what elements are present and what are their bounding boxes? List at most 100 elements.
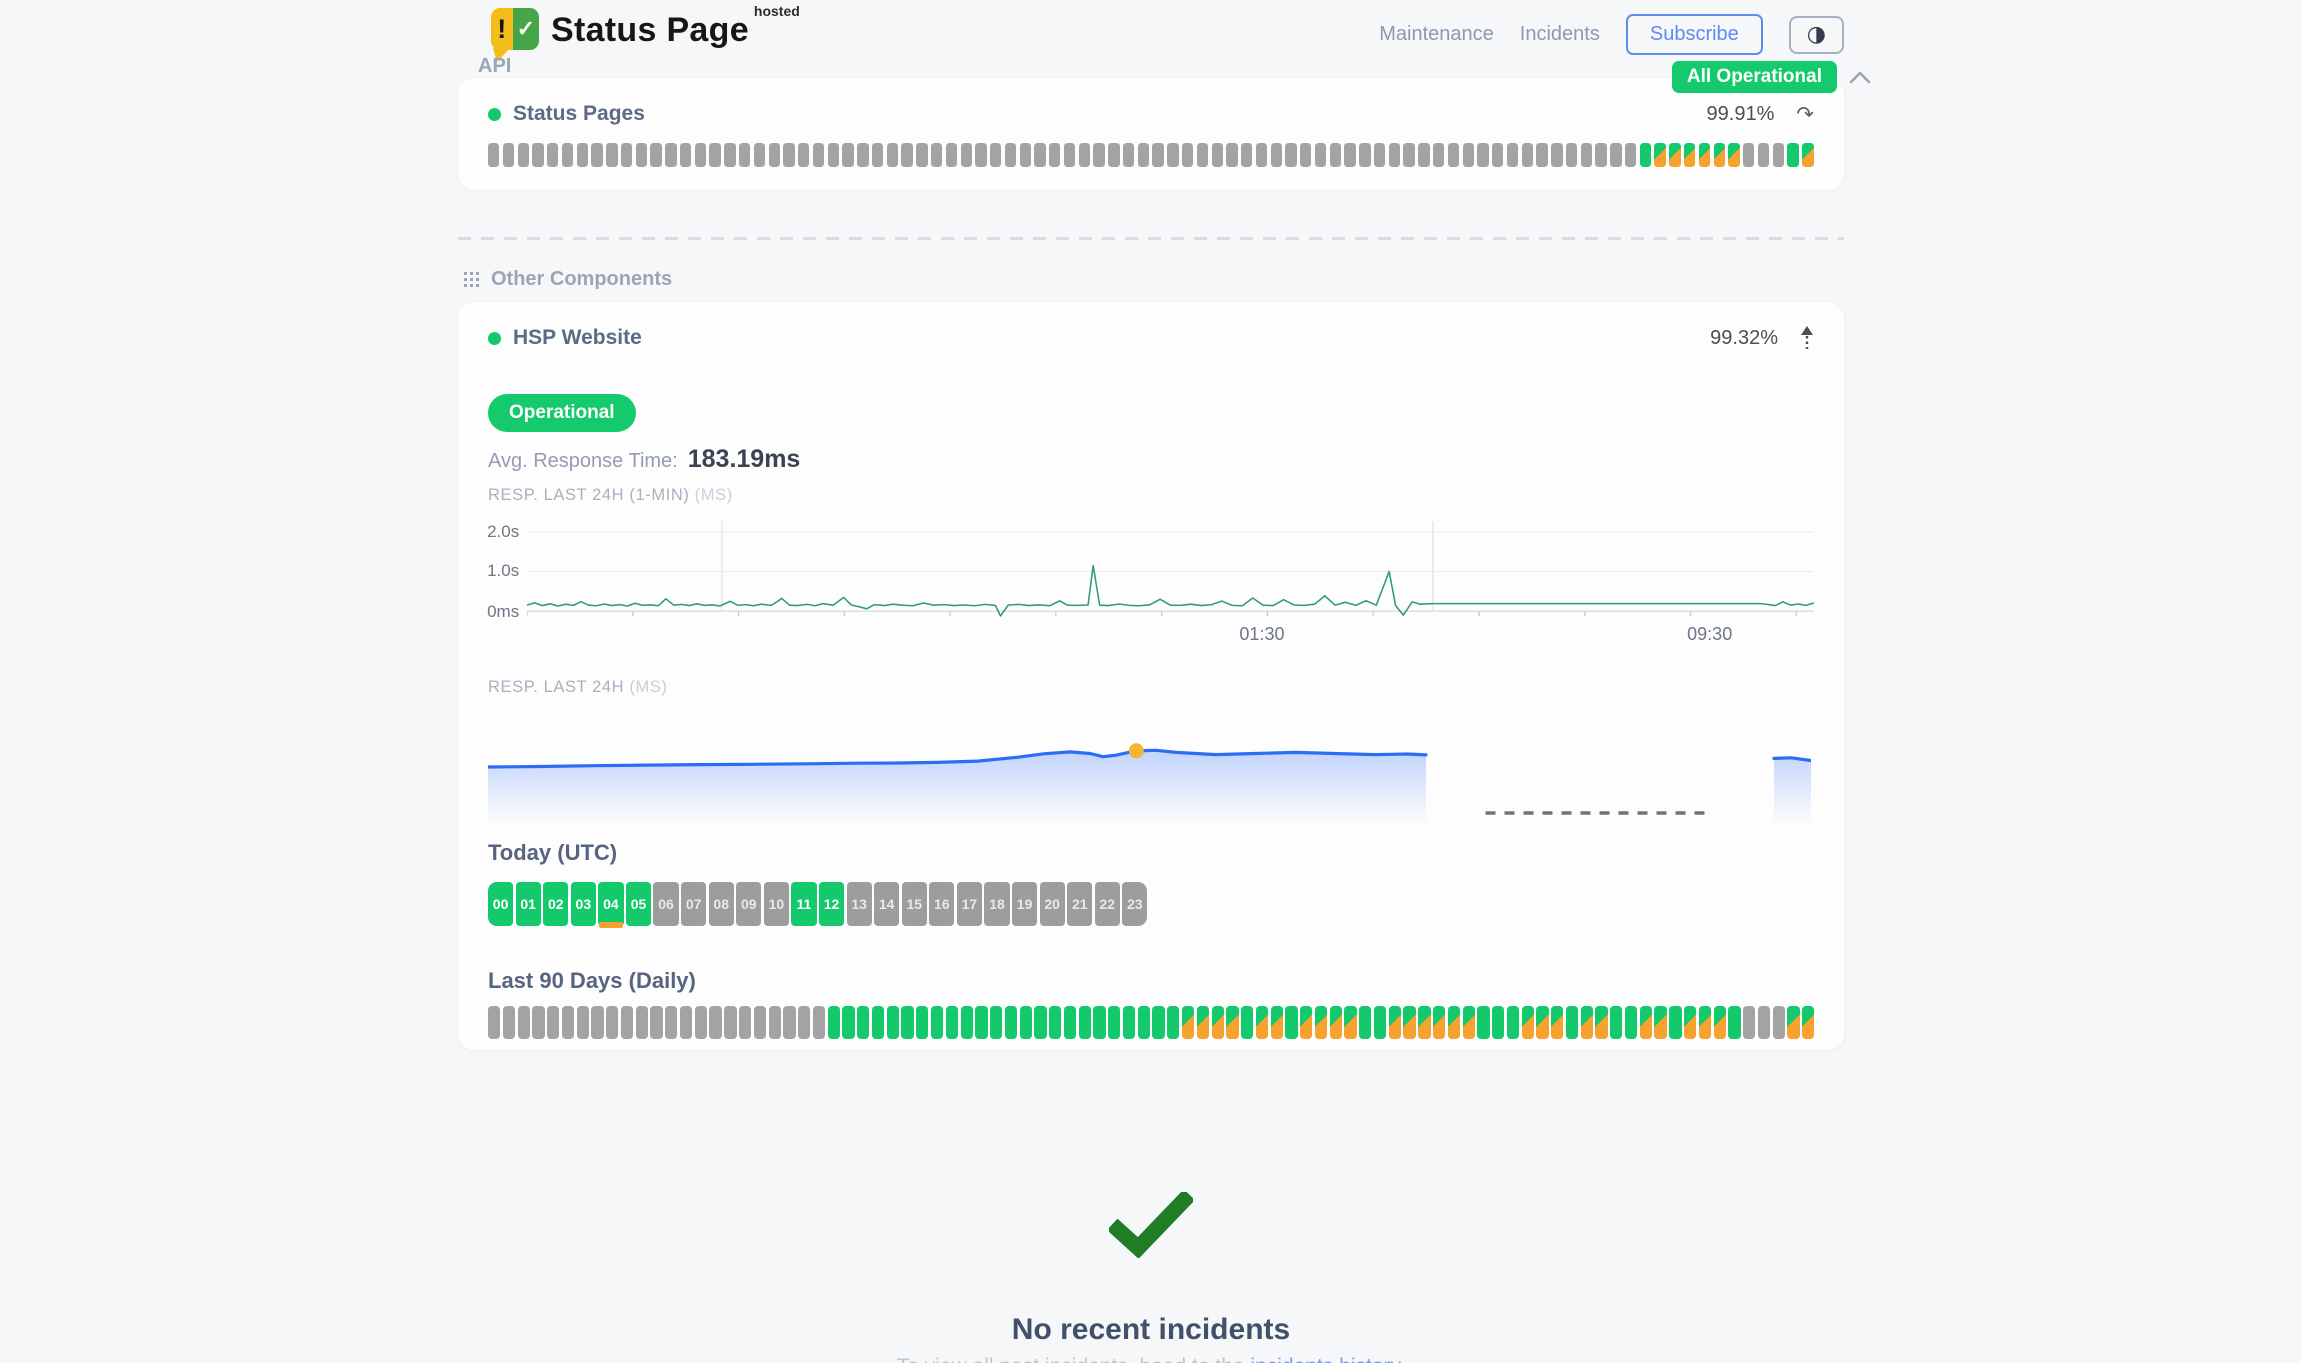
uptime-bar[interactable]	[1640, 1006, 1652, 1039]
uptime-bar[interactable]	[709, 143, 720, 167]
uptime-bar[interactable]	[1566, 1006, 1578, 1039]
hour-block-14[interactable]: 14	[874, 882, 899, 926]
nav-incidents[interactable]: Incidents	[1520, 23, 1600, 46]
hour-block-00[interactable]: 00	[488, 882, 513, 926]
uptime-bar[interactable]	[636, 1006, 648, 1039]
uptime-bar[interactable]	[857, 1006, 869, 1039]
uptime-bar[interactable]	[1138, 1006, 1150, 1039]
uptime-bar[interactable]	[1256, 143, 1267, 167]
hour-block-20[interactable]: 20	[1040, 882, 1065, 926]
uptime-bar[interactable]	[1241, 1006, 1253, 1039]
hour-block-21[interactable]: 21	[1067, 882, 1092, 926]
uptime-bar[interactable]	[1300, 1006, 1312, 1039]
uptime-bar[interactable]	[946, 1006, 958, 1039]
hour-block-06[interactable]: 06	[653, 882, 678, 926]
uptime-bar[interactable]	[695, 1006, 707, 1039]
uptime-bar[interactable]	[724, 143, 735, 167]
uptime-bar[interactable]	[1433, 143, 1444, 167]
uptime-bar[interactable]	[1300, 143, 1311, 167]
uptime-bar[interactable]	[1374, 143, 1385, 167]
uptime-bar[interactable]	[739, 143, 750, 167]
uptime-bar[interactable]	[1699, 143, 1710, 167]
hour-block-04[interactable]: 04	[598, 882, 623, 926]
response-time-chart[interactable]	[527, 520, 1814, 620]
uptime-bar[interactable]	[488, 1006, 500, 1039]
uptime-bar[interactable]	[1802, 143, 1813, 167]
uptime-bar[interactable]	[916, 143, 927, 167]
uptime-bar[interactable]	[1773, 143, 1784, 167]
uptime-bar[interactable]	[1093, 143, 1104, 167]
uptime-bar[interactable]	[1758, 1006, 1770, 1039]
uptime-bar[interactable]	[680, 1006, 692, 1039]
uptime-bar[interactable]	[1359, 1006, 1371, 1039]
uptime-bar[interactable]	[621, 143, 632, 167]
uptime-bar[interactable]	[591, 143, 602, 167]
uptime-bar[interactable]	[754, 1006, 766, 1039]
uptime-bar[interactable]	[1226, 143, 1237, 167]
uptime-bar[interactable]	[532, 143, 543, 167]
uptime-bar[interactable]	[1448, 143, 1459, 167]
uptime-bar[interactable]	[798, 1006, 810, 1039]
uptime-bar[interactable]	[1492, 1006, 1504, 1039]
uptime-bar[interactable]	[1167, 1006, 1179, 1039]
uptime-bar[interactable]	[990, 143, 1001, 167]
uptime-bar[interactable]	[1610, 143, 1621, 167]
uptime-bar[interactable]	[769, 143, 780, 167]
uptime-bar[interactable]	[1167, 143, 1178, 167]
status-badge[interactable]: All Operational	[1672, 61, 1837, 93]
hour-block-12[interactable]: 12	[819, 882, 844, 926]
uptime-bar[interactable]	[1418, 143, 1429, 167]
uptime-bar[interactable]	[887, 1006, 899, 1039]
uptime-bar[interactable]	[1093, 1006, 1105, 1039]
uptime-bar[interactable]	[1654, 1006, 1666, 1039]
uptime-bar[interactable]	[1507, 1006, 1519, 1039]
uptime-bar[interactable]	[562, 1006, 574, 1039]
uptime-bar[interactable]	[1625, 143, 1636, 167]
uptime-bar[interactable]	[1507, 143, 1518, 167]
uptime-bar[interactable]	[1152, 143, 1163, 167]
uptime-bar[interactable]	[636, 143, 647, 167]
uptime-bar[interactable]	[1212, 1006, 1224, 1039]
uptime-bar[interactable]	[946, 143, 957, 167]
uptime-bar[interactable]	[990, 1006, 1002, 1039]
uptime-bar[interactable]	[1610, 1006, 1622, 1039]
uptime-bar[interactable]	[503, 1006, 515, 1039]
uptime-bar[interactable]	[577, 1006, 589, 1039]
uptime-bar[interactable]	[1359, 143, 1370, 167]
hour-block-18[interactable]: 18	[984, 882, 1009, 926]
uptime-bar[interactable]	[1728, 143, 1739, 167]
uptime-bar[interactable]	[606, 1006, 618, 1039]
uptime-bar[interactable]	[1477, 143, 1488, 167]
uptime-bar[interactable]	[1758, 143, 1769, 167]
uptime-bar[interactable]	[1433, 1006, 1445, 1039]
uptime-bar[interactable]	[1005, 1006, 1017, 1039]
uptime-bar[interactable]	[813, 1006, 825, 1039]
uptime-bar[interactable]	[1787, 1006, 1799, 1039]
uptime-bar[interactable]	[621, 1006, 633, 1039]
uptime-bar[interactable]	[1330, 1006, 1342, 1039]
uptime-bar[interactable]	[488, 143, 499, 167]
hour-block-07[interactable]: 07	[681, 882, 706, 926]
uptime-bar[interactable]	[1654, 143, 1665, 167]
uptime-bar[interactable]	[754, 143, 765, 167]
hour-block-13[interactable]: 13	[847, 882, 872, 926]
uptime-bar[interactable]	[547, 143, 558, 167]
uptime-bar[interactable]	[1226, 1006, 1238, 1039]
uptime-bar[interactable]	[665, 1006, 677, 1039]
uptime-bar[interactable]	[1743, 143, 1754, 167]
uptime-bar[interactable]	[1123, 143, 1134, 167]
chevron-up-icon[interactable]	[1849, 71, 1871, 84]
uptime-bar[interactable]	[783, 143, 794, 167]
uptime-bar[interactable]	[591, 1006, 603, 1039]
uptime-bar[interactable]	[916, 1006, 928, 1039]
hour-block-23[interactable]: 23	[1122, 882, 1147, 926]
uptime-bar[interactable]	[1595, 1006, 1607, 1039]
uptime-bar[interactable]	[842, 143, 853, 167]
uptime-bar[interactable]	[901, 143, 912, 167]
hour-block-11[interactable]: 11	[791, 882, 816, 926]
uptime-bar[interactable]	[680, 143, 691, 167]
uptime-bar[interactable]	[1064, 143, 1075, 167]
uptime-bar[interactable]	[1743, 1006, 1755, 1039]
uptime-bar[interactable]	[1684, 143, 1695, 167]
uptime-bar[interactable]	[872, 143, 883, 167]
